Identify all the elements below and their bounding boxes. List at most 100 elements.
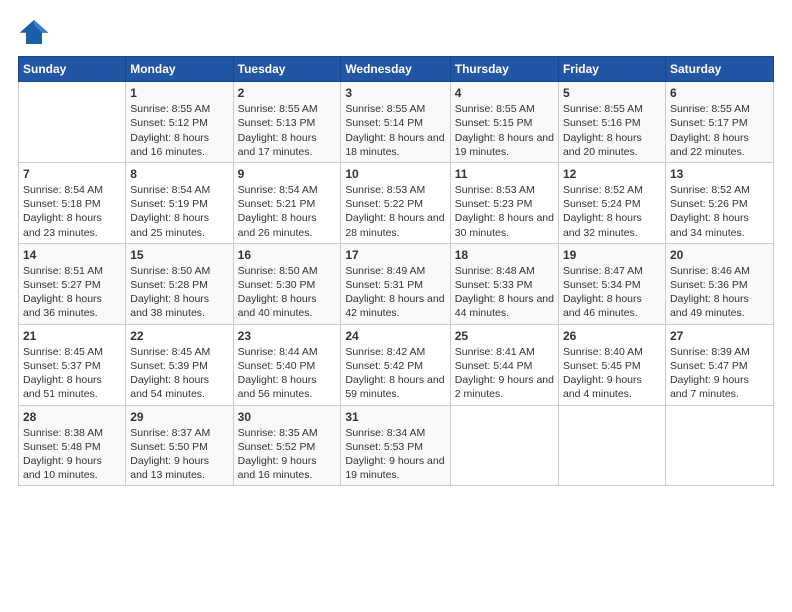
calendar-cell: 11Sunrise: 8:53 AMSunset: 5:23 PMDayligh… [450, 162, 558, 243]
day-number: 7 [23, 166, 121, 182]
calendar-cell: 13Sunrise: 8:52 AMSunset: 5:26 PMDayligh… [665, 162, 773, 243]
sunrise: Sunrise: 8:39 AM [670, 346, 750, 358]
calendar-cell [19, 82, 126, 163]
sunset: Sunset: 5:40 PM [238, 360, 316, 372]
daylight: Daylight: 8 hours and 34 minutes. [670, 212, 749, 238]
logo [18, 18, 52, 46]
sunset: Sunset: 5:12 PM [130, 117, 208, 129]
daylight: Daylight: 8 hours and 28 minutes. [345, 212, 444, 238]
day-number: 28 [23, 409, 121, 425]
daylight: Daylight: 9 hours and 4 minutes. [563, 374, 642, 400]
sunrise: Sunrise: 8:53 AM [345, 184, 425, 196]
sunset: Sunset: 5:24 PM [563, 198, 641, 210]
calendar-cell [665, 405, 773, 486]
day-number: 9 [238, 166, 337, 182]
day-header: Thursday [450, 57, 558, 82]
calendar-cell: 3Sunrise: 8:55 AMSunset: 5:14 PMDaylight… [341, 82, 450, 163]
day-number: 16 [238, 247, 337, 263]
sunrise: Sunrise: 8:55 AM [563, 103, 643, 115]
daylight: Daylight: 8 hours and 36 minutes. [23, 293, 102, 319]
daylight: Daylight: 8 hours and 40 minutes. [238, 293, 317, 319]
daylight: Daylight: 8 hours and 59 minutes. [345, 374, 444, 400]
sunrise: Sunrise: 8:49 AM [345, 265, 425, 277]
sunrise: Sunrise: 8:54 AM [130, 184, 210, 196]
calendar-cell: 9Sunrise: 8:54 AMSunset: 5:21 PMDaylight… [233, 162, 341, 243]
calendar-cell: 18Sunrise: 8:48 AMSunset: 5:33 PMDayligh… [450, 243, 558, 324]
calendar-cell: 15Sunrise: 8:50 AMSunset: 5:28 PMDayligh… [126, 243, 233, 324]
sunrise: Sunrise: 8:52 AM [563, 184, 643, 196]
sunrise: Sunrise: 8:55 AM [455, 103, 535, 115]
sunset: Sunset: 5:27 PM [23, 279, 101, 291]
daylight: Daylight: 8 hours and 16 minutes. [130, 132, 209, 158]
sunrise: Sunrise: 8:35 AM [238, 427, 318, 439]
daylight: Daylight: 9 hours and 2 minutes. [455, 374, 554, 400]
sunset: Sunset: 5:15 PM [455, 117, 533, 129]
sunset: Sunset: 5:23 PM [455, 198, 533, 210]
day-number: 26 [563, 328, 661, 344]
daylight: Daylight: 8 hours and 54 minutes. [130, 374, 209, 400]
sunset: Sunset: 5:42 PM [345, 360, 423, 372]
day-number: 25 [455, 328, 554, 344]
daylight: Daylight: 8 hours and 20 minutes. [563, 132, 642, 158]
sunrise: Sunrise: 8:55 AM [345, 103, 425, 115]
day-header: Wednesday [341, 57, 450, 82]
calendar-cell: 21Sunrise: 8:45 AMSunset: 5:37 PMDayligh… [19, 324, 126, 405]
header [18, 18, 774, 46]
daylight: Daylight: 8 hours and 51 minutes. [23, 374, 102, 400]
sunrise: Sunrise: 8:34 AM [345, 427, 425, 439]
calendar-cell: 26Sunrise: 8:40 AMSunset: 5:45 PMDayligh… [558, 324, 665, 405]
sunrise: Sunrise: 8:48 AM [455, 265, 535, 277]
calendar-cell: 22Sunrise: 8:45 AMSunset: 5:39 PMDayligh… [126, 324, 233, 405]
daylight: Daylight: 8 hours and 32 minutes. [563, 212, 642, 238]
sunset: Sunset: 5:36 PM [670, 279, 748, 291]
calendar-table: SundayMondayTuesdayWednesdayThursdayFrid… [18, 56, 774, 486]
sunset: Sunset: 5:16 PM [563, 117, 641, 129]
calendar-cell [558, 405, 665, 486]
day-number: 23 [238, 328, 337, 344]
day-header: Friday [558, 57, 665, 82]
sunset: Sunset: 5:19 PM [130, 198, 208, 210]
daylight: Daylight: 9 hours and 7 minutes. [670, 374, 749, 400]
daylight: Daylight: 8 hours and 56 minutes. [238, 374, 317, 400]
day-number: 8 [130, 166, 228, 182]
day-number: 13 [670, 166, 769, 182]
calendar-cell: 1Sunrise: 8:55 AMSunset: 5:12 PMDaylight… [126, 82, 233, 163]
day-number: 4 [455, 85, 554, 101]
calendar-cell: 20Sunrise: 8:46 AMSunset: 5:36 PMDayligh… [665, 243, 773, 324]
daylight: Daylight: 8 hours and 22 minutes. [670, 132, 749, 158]
sunset: Sunset: 5:13 PM [238, 117, 316, 129]
sunset: Sunset: 5:52 PM [238, 441, 316, 453]
calendar-cell: 4 Sunrise: 8:55 AM Sunset: 5:15 PM Daylight… [450, 82, 558, 163]
day-number: 18 [455, 247, 554, 263]
sunset: Sunset: 5:18 PM [23, 198, 101, 210]
calendar-week-row: 7 Sunrise: 8:54 AM Sunset: 5:18 PM Daylight… [19, 162, 774, 243]
calendar-cell: 30Sunrise: 8:35 AMSunset: 5:52 PMDayligh… [233, 405, 341, 486]
day-number: 1 [130, 85, 228, 101]
day-number: 14 [23, 247, 121, 263]
day-number: 2 [238, 85, 337, 101]
daylight: Daylight: 8 hours and 19 minutes. [455, 132, 554, 158]
sunset: Sunset: 5:30 PM [238, 279, 316, 291]
calendar-week-row: 14Sunrise: 8:51 AMSunset: 5:27 PMDayligh… [19, 243, 774, 324]
sunset: Sunset: 5:44 PM [455, 360, 533, 372]
day-number: 22 [130, 328, 228, 344]
day-header: Sunday [19, 57, 126, 82]
day-number: 27 [670, 328, 769, 344]
day-number: 11 [455, 166, 554, 182]
calendar-cell: 12Sunrise: 8:52 AMSunset: 5:24 PMDayligh… [558, 162, 665, 243]
sunset: Sunset: 5:31 PM [345, 279, 423, 291]
daylight: Daylight: 8 hours and 17 minutes. [238, 132, 317, 158]
daylight: Daylight: 8 hours and 38 minutes. [130, 293, 209, 319]
day-number: 31 [345, 409, 445, 425]
sunrise: Sunrise: 8:55 AM [670, 103, 750, 115]
sunrise: Sunrise: 8:47 AM [563, 265, 643, 277]
calendar-cell: 16Sunrise: 8:50 AMSunset: 5:30 PMDayligh… [233, 243, 341, 324]
logo-icon [18, 18, 50, 46]
calendar-week-row: 1 Sunrise: 8:55 AM Sunset: 5:12 PM Daylight… [19, 82, 774, 163]
day-header: Monday [126, 57, 233, 82]
sunset: Sunset: 5:22 PM [345, 198, 423, 210]
sunset: Sunset: 5:17 PM [670, 117, 748, 129]
calendar-cell: 8Sunrise: 8:54 AMSunset: 5:19 PMDaylight… [126, 162, 233, 243]
calendar-cell: 31Sunrise: 8:34 AMSunset: 5:53 PMDayligh… [341, 405, 450, 486]
sunset: Sunset: 5:48 PM [23, 441, 101, 453]
